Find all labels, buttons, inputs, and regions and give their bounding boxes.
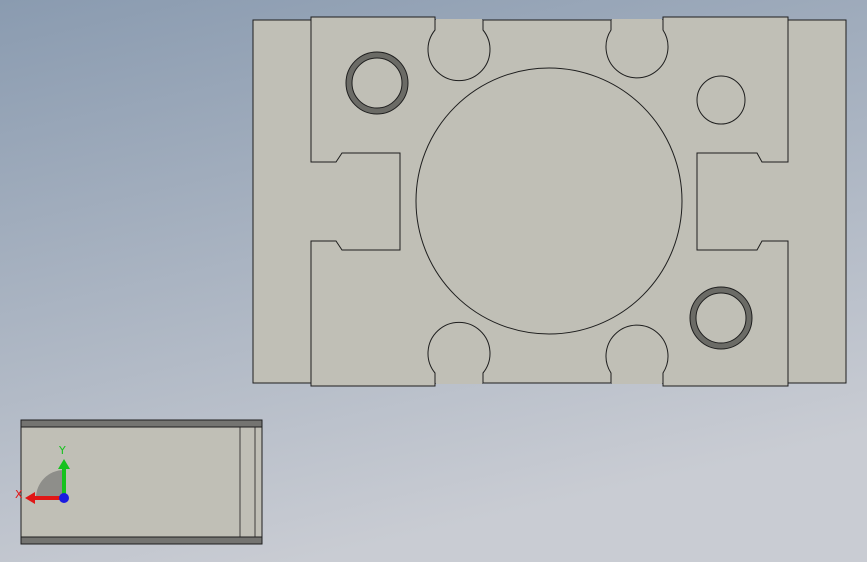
central-bore [415,67,683,335]
hole-top-right [696,75,746,125]
cad-viewport[interactable]: X Y [0,0,867,562]
side-bottom-band [20,536,263,545]
x-axis-label: X [15,488,23,501]
z-axis-origin [59,493,69,503]
part-top-view[interactable] [252,16,847,387]
slot-top-left [427,20,491,82]
slot-bottom-left [427,321,491,383]
counterbore-bottom-right [689,286,753,350]
slot-bottom-right [605,324,669,383]
slot-top-right [605,20,669,79]
y-axis-label: Y [58,444,66,457]
counterbore-top-left [345,51,409,115]
side-top-band [20,419,263,428]
